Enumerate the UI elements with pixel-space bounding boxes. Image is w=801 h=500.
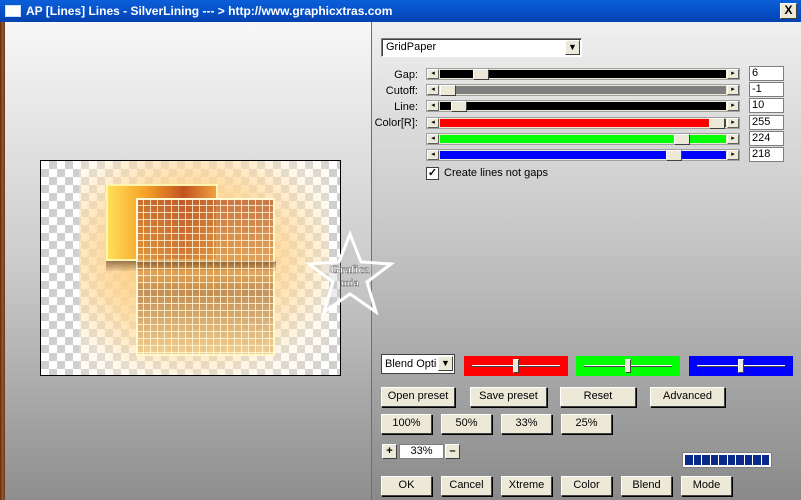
gap-slider-track[interactable] [440, 69, 726, 80]
red-blend-slider[interactable] [464, 356, 568, 376]
green-value[interactable]: 224 [749, 131, 784, 146]
gap-value[interactable]: 6 [749, 66, 784, 81]
chevron-down-icon[interactable]: ▼ [565, 40, 580, 55]
watermark-text-2: mia [341, 277, 359, 289]
blue-slider-track[interactable] [440, 150, 726, 161]
red-slider-track[interactable] [440, 118, 726, 129]
zoom-33-button[interactable]: 33% [501, 414, 552, 434]
xtreme-button[interactable]: Xtreme [501, 476, 552, 496]
preset-dropdown[interactable]: GridPaper ▼ [381, 38, 582, 57]
blend-button[interactable]: Blend [621, 476, 672, 496]
cutoff-slider-thumb[interactable] [440, 85, 456, 96]
left-arrow-icon[interactable]: ◂ [427, 69, 439, 79]
red-slider-thumb[interactable] [709, 118, 725, 129]
cutoff-slider[interactable]: ◂ ▸ [426, 84, 740, 96]
watermark-star-icon: Grafica mia [305, 230, 395, 316]
cutoff-value[interactable]: -1 [749, 82, 784, 97]
left-arrow-icon[interactable]: ◂ [427, 101, 439, 111]
gap-slider-thumb[interactable] [473, 69, 489, 80]
line-slider-thumb[interactable] [451, 101, 467, 112]
progress-segment [685, 455, 693, 465]
progress-segment [693, 455, 701, 465]
create-lines-label: Create lines not gaps [444, 167, 548, 179]
open-preset-button[interactable]: Open preset [381, 387, 455, 407]
blue-blend-slider[interactable] [689, 356, 793, 376]
progress-segment [761, 455, 769, 465]
progress-segment [744, 455, 752, 465]
ok-button[interactable]: OK [381, 476, 432, 496]
preview-pane: Grafica mia [5, 22, 395, 500]
left-arrow-icon[interactable]: ◂ [427, 85, 439, 95]
save-preset-button[interactable]: Save preset [470, 387, 547, 407]
left-arrow-icon[interactable]: ◂ [427, 118, 439, 128]
app-icon [5, 5, 21, 17]
red-blend-thumb[interactable] [513, 359, 519, 373]
blue-value[interactable]: 218 [749, 147, 784, 162]
close-button[interactable]: X [780, 3, 797, 19]
green-blend-thumb[interactable] [625, 359, 631, 373]
zoom-50-button[interactable]: 50% [441, 414, 492, 434]
progress-segment [727, 455, 735, 465]
preview-grid-lines [136, 198, 275, 356]
red-value[interactable]: 255 [749, 115, 784, 130]
right-arrow-icon[interactable]: ▸ [727, 85, 739, 95]
green-blend-slider[interactable] [576, 356, 680, 376]
cutoff-label: Cutoff: [385, 85, 418, 97]
left-arrow-icon[interactable]: ◂ [427, 150, 439, 160]
checkbox-check-icon[interactable]: ✓ [426, 167, 439, 180]
preset-dropdown-value: GridPaper [386, 41, 437, 53]
title-bar: AP [Lines] Lines - SilverLining --- > ht… [0, 0, 801, 22]
line-label: Line: [394, 101, 418, 113]
blend-options-value: Blend Optio [385, 358, 437, 370]
reset-button[interactable]: Reset [560, 387, 636, 407]
gap-slider[interactable]: ◂ ▸ [426, 68, 740, 80]
progress-segment [736, 455, 744, 465]
gap-label: Gap: [394, 69, 418, 81]
right-arrow-icon[interactable]: ▸ [727, 150, 739, 160]
red-slider[interactable]: ◂ ▸ [426, 117, 740, 129]
zoom-value-field[interactable]: 33% [399, 444, 444, 459]
blue-slider[interactable]: ◂ ▸ [426, 149, 740, 161]
advanced-button[interactable]: Advanced [650, 387, 725, 407]
progress-segment [753, 455, 761, 465]
progress-segment [702, 455, 710, 465]
cancel-button[interactable]: Cancel [441, 476, 492, 496]
blue-blend-thumb[interactable] [738, 359, 744, 373]
preview-canvas[interactable] [40, 160, 341, 376]
zoom-100-button[interactable]: 100% [381, 414, 432, 434]
line-slider[interactable]: ◂ ▸ [426, 100, 740, 112]
mode-button[interactable]: Mode [681, 476, 732, 496]
zoom-in-button[interactable]: + [382, 444, 397, 459]
blend-options-select[interactable]: Blend Optio ▼ [381, 354, 455, 374]
green-slider[interactable]: ◂ ▸ [426, 133, 740, 145]
cutoff-slider-track[interactable] [440, 85, 726, 96]
watermark-text-1: Grafica [330, 262, 369, 276]
right-arrow-icon[interactable]: ▸ [727, 134, 739, 144]
chevron-down-icon[interactable]: ▼ [438, 356, 453, 371]
right-arrow-icon[interactable]: ▸ [727, 101, 739, 111]
line-slider-track[interactable] [440, 101, 726, 112]
left-arrow-icon[interactable]: ◂ [427, 134, 439, 144]
green-slider-thumb[interactable] [674, 134, 690, 145]
progress-segment [719, 455, 727, 465]
progress-segment [710, 455, 718, 465]
blue-slider-thumb[interactable] [666, 150, 682, 161]
zoom-25-button[interactable]: 25% [561, 414, 612, 434]
window-title: AP [Lines] Lines - SilverLining --- > ht… [26, 4, 393, 18]
right-arrow-icon[interactable]: ▸ [727, 118, 739, 128]
line-value[interactable]: 10 [749, 98, 784, 113]
right-arrow-icon[interactable]: ▸ [727, 69, 739, 79]
color-r-label: Color[R]: [374, 117, 418, 129]
progress-indicator [682, 452, 772, 468]
zoom-out-button[interactable]: – [445, 444, 460, 459]
green-slider-track[interactable] [440, 134, 726, 145]
color-button[interactable]: Color [561, 476, 612, 496]
